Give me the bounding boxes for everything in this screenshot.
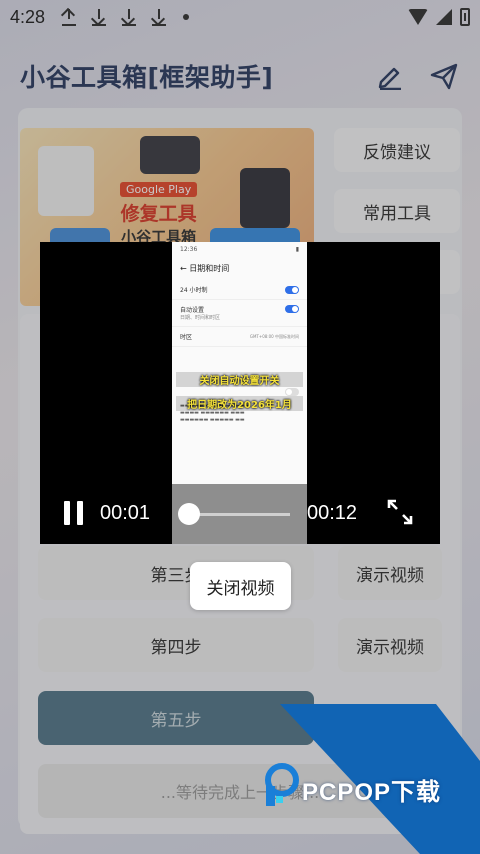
frame-status-bar: 12:36 ▮: [172, 242, 307, 257]
video-player[interactable]: 12:36 ▮ ← 日期和时间 24 小时制 自动设置 日期、时间和时区 时区 G…: [40, 242, 440, 544]
current-time: 00:01: [100, 502, 151, 524]
total-time: 00:12: [307, 502, 358, 524]
frame-caption-1: 关闭自动设置开关: [176, 372, 303, 387]
fullscreen-icon[interactable]: [386, 498, 414, 526]
toggle-icon: [285, 285, 299, 294]
watermark: PCPOP下载: [256, 704, 480, 854]
toggle-icon: [285, 305, 299, 313]
watermark-logo-icon: [265, 763, 299, 806]
pause-icon[interactable]: [64, 501, 84, 527]
frame-row-24h: 24 小时制: [172, 280, 307, 300]
watermark-text: PCPOP下载: [302, 779, 442, 806]
seek-thumb[interactable]: [177, 503, 200, 525]
close-video-button[interactable]: 关闭视频: [190, 562, 291, 610]
frame-clock: 12:36: [180, 246, 198, 253]
frame-battery-icon: ▮: [295, 246, 299, 253]
frame-row-tz: 时区 GMT+08:00 中国标准时间: [172, 327, 307, 347]
frame-caption-2: 把日期改为2026年1月: [176, 396, 303, 411]
toggle-icon: [285, 388, 299, 396]
frame-row-auto: 自动设置 日期、时间和时区: [172, 300, 307, 327]
frame-title: ← 日期和时间: [180, 264, 230, 273]
video-controls: 00:01 00:12: [40, 484, 440, 544]
